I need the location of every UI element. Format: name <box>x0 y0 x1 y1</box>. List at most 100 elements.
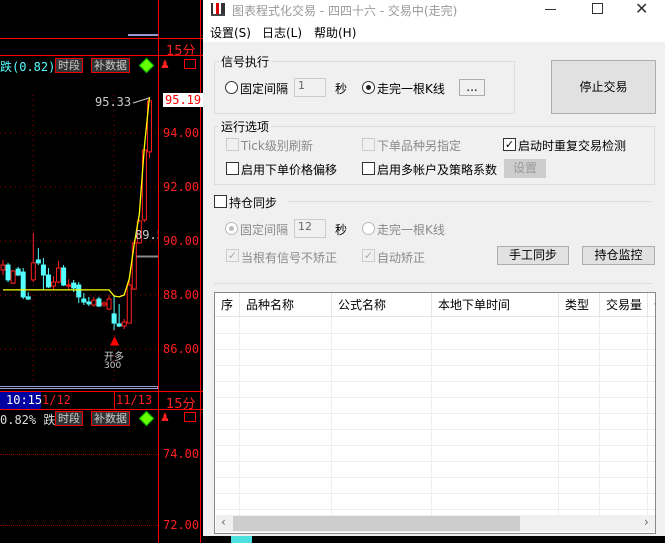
row-divider <box>215 397 655 398</box>
position-monitor-button[interactable]: 持仓监控 <box>582 246 655 265</box>
row-divider <box>215 429 655 430</box>
row-divider <box>215 381 655 382</box>
fixed-interval-radio[interactable] <box>225 81 238 94</box>
candle-body <box>40 264 46 276</box>
column-divider <box>331 317 332 515</box>
sync-bar-complete-radio[interactable] <box>362 222 375 235</box>
row-divider <box>215 509 655 510</box>
order-symbol-label: 下单品种另指定 <box>377 139 462 153</box>
row-divider <box>215 349 655 350</box>
horizontal-scrollbar[interactable]: ‹ › <box>216 515 655 532</box>
interval-input[interactable]: 1 <box>294 78 326 97</box>
y-tick: 86.00 <box>163 342 200 356</box>
maximize-panel-icon[interactable] <box>184 59 196 69</box>
bar-complete-radio[interactable] <box>362 81 375 94</box>
candle-body <box>0 264 6 271</box>
time-cursor-label: 10:15 <box>0 392 42 409</box>
current-price-label: 95.19 <box>163 93 203 107</box>
column-header[interactable]: 序 <box>215 293 240 317</box>
candle-body <box>126 284 132 324</box>
fill-data-tag-button[interactable]: 补数据 <box>91 411 130 426</box>
maximize-icon[interactable] <box>592 3 603 14</box>
date-label: 1/12 <box>42 393 71 407</box>
position-sync-checkbox[interactable] <box>214 195 227 208</box>
multi-account-checkbox[interactable] <box>362 162 375 175</box>
menu-help[interactable]: 帮助(H) <box>314 24 356 41</box>
lower-y-tick: 72.00 <box>163 518 200 532</box>
row-divider <box>215 365 655 366</box>
sync-interval-input[interactable]: 12 <box>294 219 326 238</box>
column-header[interactable]: 价 <box>648 293 655 317</box>
high-label-leader <box>132 97 150 104</box>
axis-line-right <box>200 0 201 543</box>
pin-icon[interactable]: ♟ <box>160 58 170 71</box>
price-offset-checkbox[interactable] <box>226 162 239 175</box>
seconds-label: 秒 <box>335 82 348 96</box>
settings-button[interactable]: 设置 <box>504 159 546 178</box>
row-divider <box>215 477 655 478</box>
group-label: 信号执行 <box>219 53 272 70</box>
column-header[interactable]: 公式名称 <box>332 293 432 317</box>
row-divider <box>215 413 655 414</box>
trading-window: 图表程式化交易 - 四四十六 - 交易中(走完) ✕ 设置(S) 日志(L) 帮… <box>203 0 665 536</box>
more-button[interactable]: ... <box>459 79 485 96</box>
candle-body <box>86 301 92 305</box>
scroll-left-icon[interactable]: ‹ <box>221 515 226 529</box>
candle-body <box>111 313 117 324</box>
column-divider <box>431 317 432 515</box>
kline-chart[interactable]: 15分 跌(0.82) 时段 补数据 ♟ 95.33 95.19 89.5 94… <box>0 0 203 543</box>
column-divider <box>647 317 648 515</box>
menu-log[interactable]: 日志(L) <box>262 24 302 41</box>
minimize-icon[interactable] <box>545 9 556 10</box>
candles-svg <box>0 95 158 385</box>
row-divider <box>215 493 655 494</box>
stop-trading-button[interactable]: 停止交易 <box>551 60 656 114</box>
maximize-panel-icon[interactable] <box>184 412 196 422</box>
y-tick: 94.00 <box>163 126 200 140</box>
y-tick: 88.00 <box>163 288 200 302</box>
candle-body <box>101 302 107 306</box>
no-correct-checkbox[interactable]: ✓ <box>226 249 239 262</box>
divider <box>214 283 652 284</box>
app-icon <box>211 3 225 16</box>
menu-settings[interactable]: 设置(S) <box>210 24 251 41</box>
row-divider <box>215 461 655 462</box>
sync-fixed-interval-radio[interactable] <box>225 222 238 235</box>
tick-refresh-checkbox[interactable] <box>226 138 239 151</box>
buy-arrow-icon: ▲ <box>110 333 120 347</box>
auto-correct-checkbox[interactable]: ✓ <box>362 249 375 262</box>
divider <box>0 409 203 410</box>
timeframe-label: 15分 <box>166 44 196 59</box>
lower-y-tick: 74.00 <box>163 447 200 461</box>
taskbar-indicator <box>231 536 252 543</box>
manual-sync-button[interactable]: 手工同步 <box>497 246 569 265</box>
candle-body <box>56 267 62 283</box>
order-symbol-checkbox[interactable] <box>362 138 375 151</box>
column-header[interactable]: 品种名称 <box>240 293 332 317</box>
horizontal-scrollbar[interactable] <box>0 386 158 389</box>
grid-line <box>0 525 158 526</box>
period-tag-button[interactable]: 时段 <box>55 411 83 426</box>
ma-line <box>3 97 151 298</box>
signal-diamond-icon[interactable] <box>138 410 155 427</box>
column-header[interactable]: 本地下单时间 <box>432 293 559 317</box>
candle-body <box>5 264 11 281</box>
divider <box>114 392 115 409</box>
candle-body <box>91 299 97 306</box>
scroll-right-icon[interactable]: › <box>644 515 649 529</box>
column-header[interactable]: 交易量 <box>600 293 648 317</box>
close-icon[interactable]: ✕ <box>635 0 648 18</box>
trade-table[interactable]: 序品种名称公式名称本地下单时间类型交易量价 ‹ › <box>214 292 656 534</box>
multi-account-label: 启用多帐户及策略系数 <box>377 163 498 177</box>
candle-body <box>61 267 67 286</box>
repeat-check-checkbox[interactable]: ✓ <box>503 138 516 151</box>
scrollbar-thumb[interactable] <box>233 516 520 531</box>
pin-icon[interactable]: ♟ <box>160 411 170 424</box>
column-header[interactable]: 类型 <box>559 293 600 317</box>
column-divider <box>599 317 600 515</box>
menu-bar: 设置(S) 日志(L) 帮助(H) <box>203 20 665 42</box>
candle-body <box>96 298 102 307</box>
no-correct-label: 当根有信号不矫正 <box>241 251 338 265</box>
sync-bar-complete-label: 走完一根K线 <box>377 223 445 237</box>
candle-body <box>15 268 21 276</box>
